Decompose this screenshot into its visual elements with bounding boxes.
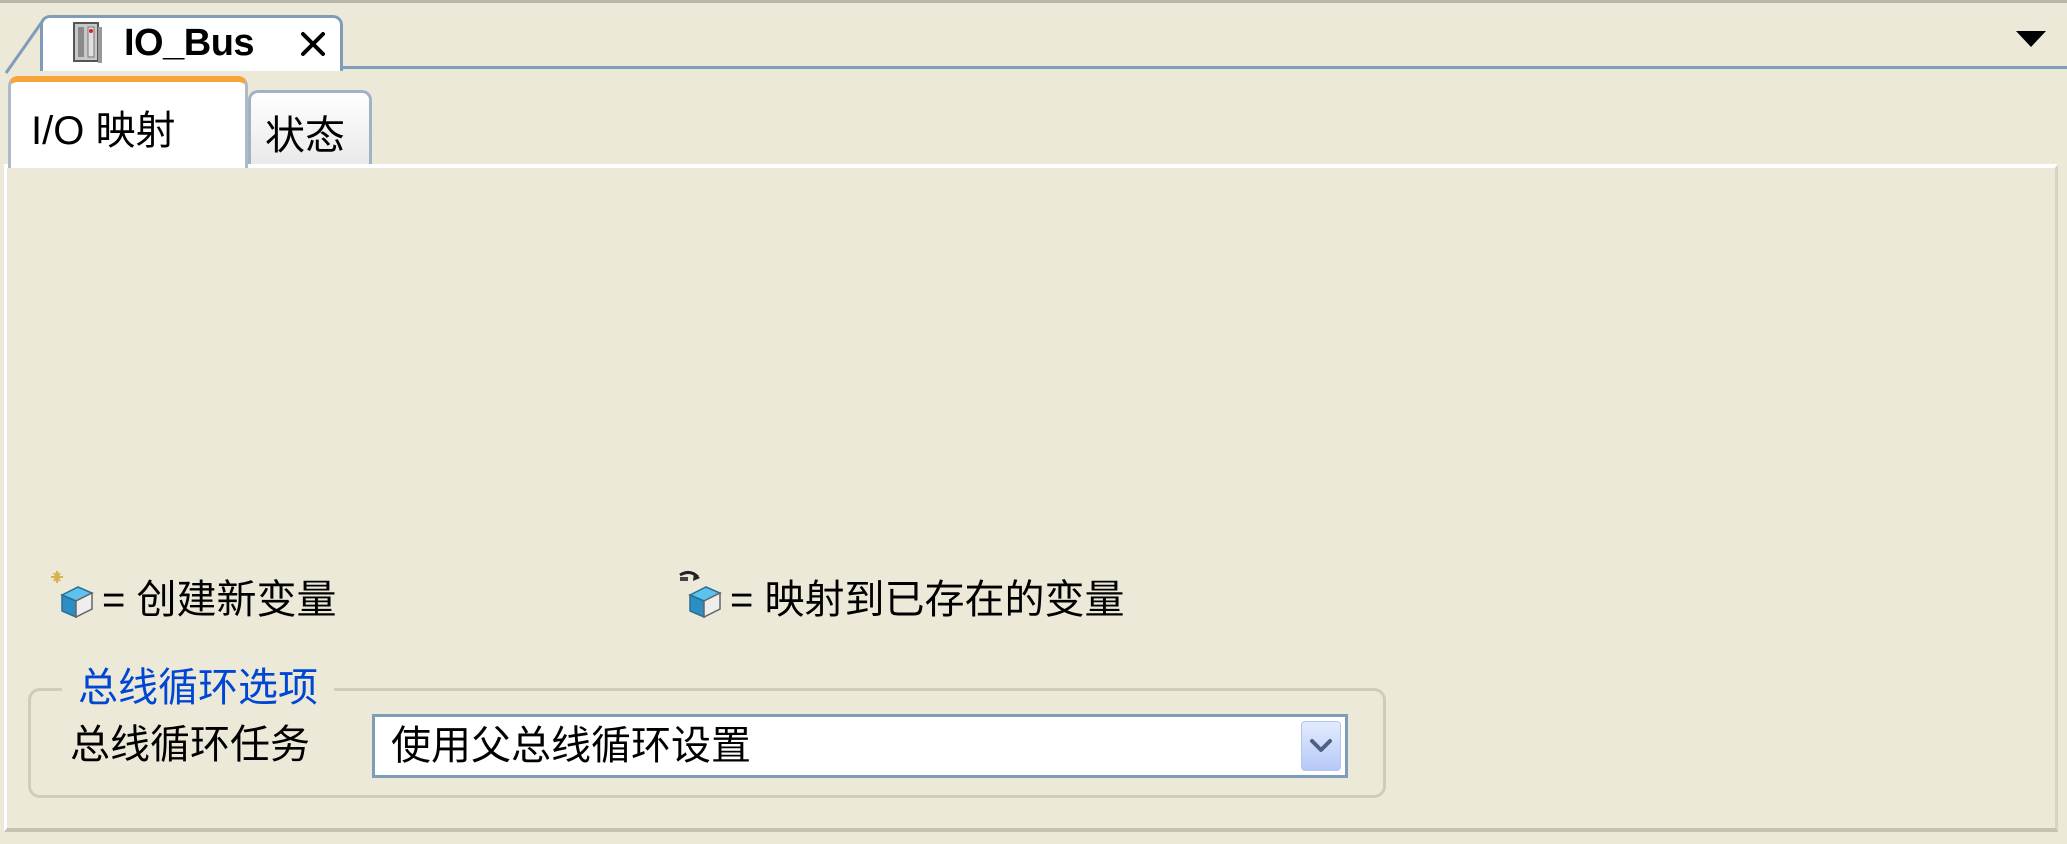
select-dropdown-button[interactable] [1301, 721, 1341, 771]
bus-cycle-options-title: 总线循环选项 [62, 664, 334, 712]
bus-cycle-task-value: 使用父总线循环设置 [391, 724, 751, 768]
tab-io-mapping[interactable]: I/O 映射 [8, 76, 248, 168]
tab-io-mapping-label: I/O 映射 [31, 109, 176, 153]
close-icon[interactable] [296, 27, 330, 61]
legend-create-new: = 创建新变量 [50, 568, 336, 624]
document-tab-strip: IO_Bus [0, 0, 2067, 74]
io-bus-editor: IO_Bus I/O 映射 状态 = 创建新变量 = 映射到已存在的变量 总线循… [0, 0, 2067, 844]
legend-create-new-text: = 创建新变量 [102, 578, 337, 622]
tab-status-label: 状态 [265, 114, 345, 158]
device-icon [73, 22, 102, 63]
legend-map-existing-text: = 映射到已存在的变量 [730, 578, 1125, 622]
dropdown-arrow-icon[interactable] [2014, 27, 2048, 51]
document-tab-title: IO_Bus [124, 22, 255, 64]
bus-cycle-task-select[interactable]: 使用父总线循环设置 [372, 714, 1348, 778]
create-variable-icon [51, 571, 94, 619]
map-variable-icon [679, 570, 722, 619]
tab-strip-baseline [340, 66, 2067, 69]
tab-status[interactable]: 状态 [248, 90, 372, 168]
bus-cycle-task-label: 总线循环任务 [70, 723, 310, 767]
chevron-down-icon [1310, 739, 1332, 752]
legend-map-existing: = 映射到已存在的变量 [678, 568, 1124, 624]
